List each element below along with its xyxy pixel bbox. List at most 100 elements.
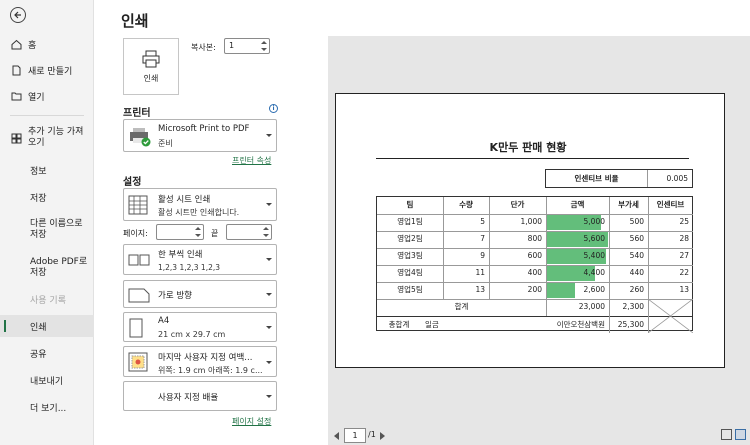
table-header-cell: 팀 (406, 200, 414, 209)
empty-cell-cross (648, 299, 693, 333)
table-cell: 영업1팀 (397, 217, 423, 226)
page-number-input[interactable]: 1 (344, 428, 366, 443)
nav-print[interactable]: 인쇄 (0, 315, 94, 337)
printer-device-icon (130, 128, 151, 147)
margins-icon (128, 352, 148, 372)
paper-size-dropdown[interactable]: A4 21 cm x 29.7 cm (123, 312, 277, 342)
table-cell: 4,400 (583, 268, 605, 277)
folder-open-icon (11, 92, 22, 100)
pages-from-input[interactable] (156, 224, 204, 240)
landscape-icon (128, 288, 150, 303)
pages-to-input[interactable] (226, 224, 272, 240)
previous-page-icon[interactable] (334, 432, 339, 440)
nav-save-adobe-pdf[interactable]: Adobe PDF로 저장 (0, 254, 94, 282)
home-icon (11, 39, 22, 49)
printer-section-title: 프린터 (123, 108, 151, 119)
page-navigator: 1 /1 (328, 426, 750, 445)
table-cell: 540 (629, 251, 644, 260)
nav-export[interactable]: 내보내기 (0, 369, 94, 391)
rate-label: 인센티브 비율 (574, 174, 619, 183)
print-scope-dropdown[interactable]: 활성 시트 인쇄 활성 시트만 인쇄합니다. (123, 188, 277, 221)
chevron-down-icon (266, 134, 272, 137)
nav-get-addins[interactable]: 추가 기능 가져 오기 (0, 124, 94, 152)
table-cell: 260 (629, 285, 644, 294)
table-cell: 2,600 (583, 285, 605, 294)
copies-stepper[interactable]: 1 (224, 38, 270, 54)
table-cell: 영업3팀 (397, 251, 423, 260)
table-cell: 400 (527, 268, 542, 277)
printer-dropdown[interactable]: Microsoft Print to PDF 준비 (123, 119, 277, 152)
stepper-arrows-icon[interactable] (263, 226, 269, 238)
sheet-grid-icon (128, 195, 148, 215)
sheet-title: K만두 판매 현황 (489, 141, 567, 154)
table-cell: 7 (480, 234, 485, 243)
zoom-to-page-icon[interactable] (735, 429, 746, 440)
chevron-down-icon (266, 361, 272, 364)
table-cell: 500 (629, 217, 644, 226)
print-settings-panel: 인쇄 인쇄 복사본: 1 프린터 i Microsoft Print to PD… (95, 0, 310, 445)
page-total: /1 (368, 430, 376, 439)
total-value: 25,300 (617, 320, 644, 329)
table-cell: 27 (679, 251, 689, 260)
sum-label: 합계 (454, 302, 469, 311)
table-header-cell: 수량 (459, 200, 473, 209)
pages-to-label: 끝 (211, 229, 219, 238)
copies-label: 복사본: (191, 43, 216, 52)
incentive-rate-box: 인센티브 비율 0.005 (545, 169, 693, 188)
table-cell: 5,000 (583, 217, 605, 226)
next-page-icon[interactable] (380, 432, 385, 440)
collate-pages-icon (128, 254, 150, 266)
chevron-down-icon (266, 326, 272, 329)
table-header-cell: 부가세 (618, 200, 639, 209)
chevron-down-icon (266, 258, 272, 261)
paper-icon (129, 318, 143, 338)
table-cell: 560 (629, 234, 644, 243)
table-cell: 22 (679, 268, 689, 277)
nav-new[interactable]: 새로 만들기 (0, 59, 94, 81)
table-cell: 800 (527, 234, 542, 243)
addin-icon (11, 133, 22, 143)
nav-share[interactable]: 공유 (0, 342, 94, 364)
nav-more[interactable]: 더 보기... (0, 396, 94, 418)
settings-section-title: 설정 (123, 177, 142, 188)
title-underline (376, 158, 689, 159)
nav-save[interactable]: 저장 (0, 186, 94, 208)
table-cell: 11 (475, 268, 485, 277)
margins-dropdown[interactable]: 마지막 사용자 지정 여백... 위쪽: 1.9 cm 아래쪽: 1.9 c..… (123, 346, 277, 377)
stepper-arrows-icon[interactable] (195, 226, 201, 238)
page-setup-link[interactable]: 페이지 설정 (232, 416, 271, 427)
back-arrow-icon[interactable] (10, 7, 26, 23)
new-file-icon (12, 65, 21, 75)
page-title: 인쇄 (121, 12, 149, 30)
table-cell: 5 (480, 217, 485, 226)
collation-dropdown[interactable]: 한 부씩 인쇄 1,2,3 1,2,3 1,2,3 (123, 244, 277, 275)
print-button[interactable]: 인쇄 (123, 38, 179, 95)
table-cell: 13 (679, 285, 689, 294)
table-header-cell: 금액 (570, 200, 585, 209)
nav-info[interactable]: 정보 (0, 159, 94, 181)
table-cell: 9 (480, 251, 485, 260)
sum-vat: 2,300 (622, 302, 644, 311)
scaling-dropdown[interactable]: 사용자 지정 배율 (123, 381, 277, 411)
show-margins-icon[interactable] (721, 429, 732, 440)
nav-separator (10, 115, 84, 116)
preview-page: K만두 판매 현황 인센티브 비율 0.005 팀 수량 단가 금액 부가세 인센티브 영업… (335, 93, 725, 368)
table-cell: 13 (475, 285, 485, 294)
printer-icon (142, 50, 160, 67)
stepper-arrows-icon[interactable] (261, 40, 267, 52)
nav-open[interactable]: 열기 (0, 85, 94, 107)
info-icon[interactable]: i (269, 104, 278, 113)
orientation-dropdown[interactable]: 가로 방향 (123, 280, 277, 308)
nav-save-as[interactable]: 다른 이름으로 저장 (0, 216, 94, 244)
nav-home[interactable]: 홈 (0, 33, 94, 55)
table-header-cell: 단가 (510, 200, 525, 209)
table-cell: 영업5팀 (397, 285, 423, 294)
table-cell: 28 (679, 234, 689, 243)
nav-history: 사용 기록 (30, 295, 66, 306)
total-words: 이만오천삼백원 (556, 320, 605, 329)
total-label: 총합계 (388, 320, 410, 329)
chevron-down-icon (266, 203, 272, 206)
pages-label: 페이지: (123, 229, 148, 238)
printer-properties-link[interactable]: 프린터 속성 (232, 155, 271, 166)
sales-table: 팀 수량 단가 금액 부가세 인센티브 영업1팀 5 1,000 5,000 500 25 영업2팀 7 8… (376, 196, 693, 333)
